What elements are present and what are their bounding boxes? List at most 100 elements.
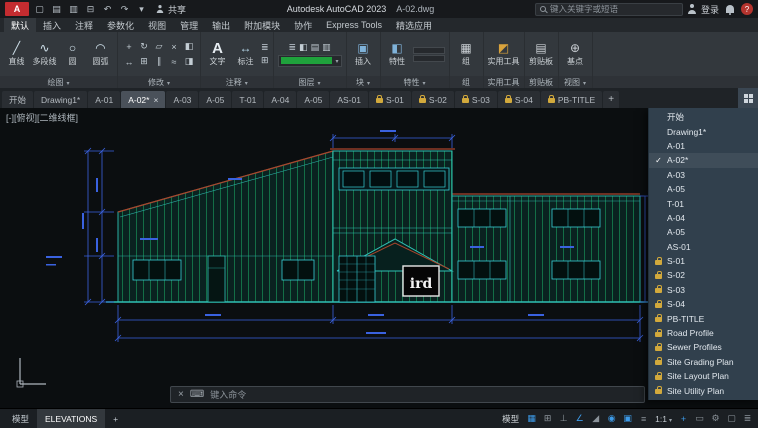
snap-mode-toggle[interactable]: ⊞ — [541, 413, 554, 424]
model-space-tab[interactable]: 模型 — [4, 409, 37, 428]
mirror-tool[interactable]: ◧ — [182, 40, 196, 54]
ribbon-tab[interactable]: 注释 — [68, 18, 100, 32]
block-panel-label[interactable]: 块 — [346, 76, 380, 88]
isolate-objects-button[interactable]: ▢ — [725, 413, 738, 424]
file-tab[interactable]: A-01 — [88, 91, 121, 108]
annotation-panel-label[interactable]: 注释 — [201, 76, 273, 88]
drawing-canvas[interactable]: ird [-][俯视][二维线框] × ⌨ 键入命令 开始 Drawing1* … — [0, 108, 758, 408]
command-line[interactable]: ⌨ — [170, 386, 645, 403]
file-tab[interactable]: T-01 — [232, 91, 264, 108]
notification-bell-icon[interactable] — [726, 5, 735, 15]
circle-tool[interactable]: ○ 圆 — [60, 41, 85, 67]
layout-tab-elevations[interactable]: ELEVATIONS — [37, 408, 106, 428]
groups-panel-label[interactable]: 组 — [449, 76, 483, 88]
properties-button[interactable]: ◧ 特性 — [385, 41, 410, 67]
modify-panel-label[interactable]: 修改 — [118, 76, 200, 88]
file-tab[interactable]: S-02 — [411, 91, 454, 108]
tab-menu-item[interactable]: T-01 — [649, 196, 758, 210]
grid-display-toggle[interactable]: ▦ — [525, 413, 538, 424]
new-layout-button[interactable]: + — [105, 409, 126, 428]
share-button[interactable]: 共享 — [155, 3, 186, 16]
file-tab[interactable]: A-05 — [199, 91, 232, 108]
tab-menu-item[interactable]: A-02* — [649, 153, 758, 168]
tab-menu-item[interactable]: A-04 — [649, 211, 758, 225]
file-tab[interactable]: A-05 — [297, 91, 330, 108]
sign-in-button[interactable]: 登录 — [701, 3, 719, 16]
tab-menu-item[interactable]: 开始 — [649, 110, 758, 124]
offset-tool[interactable]: ↔ — [122, 55, 136, 69]
layer-dropdown[interactable] — [277, 54, 342, 67]
properties-panel-label[interactable]: 特性 — [380, 76, 449, 88]
tab-menu-item[interactable]: Site Grading Plan — [649, 355, 758, 369]
save-icon[interactable]: ▥ — [67, 3, 80, 16]
command-customize-icon[interactable]: ⌨ — [190, 389, 204, 400]
search-box[interactable] — [535, 2, 683, 16]
annotation-visibility-toggle[interactable]: + — [677, 414, 690, 424]
workspace-switching-button[interactable]: ⚙ — [709, 413, 722, 424]
text-tool[interactable]: A 文字 — [205, 41, 230, 67]
file-tab[interactable]: AS-01 — [330, 91, 368, 108]
tab-menu-item[interactable]: Site Utility Plan — [649, 383, 758, 397]
tab-menu-item[interactable]: PB-TITLE — [649, 311, 758, 325]
file-tab[interactable]: S-04 — [497, 91, 540, 108]
search-input[interactable] — [550, 4, 678, 14]
file-tab[interactable]: S-03 — [454, 91, 497, 108]
arc-tool[interactable]: ◠ 圆弧 — [88, 41, 113, 67]
file-tab[interactable]: PB-TITLE — [540, 91, 603, 108]
tab-menu-item[interactable]: S-04 — [649, 297, 758, 311]
command-input[interactable] — [210, 389, 637, 400]
house-elevation-drawing[interactable]: ird — [0, 108, 758, 408]
layers-panel-label[interactable]: 图层 — [273, 76, 346, 88]
tab-menu-item[interactable]: A-01 — [649, 139, 758, 153]
viewport-controls[interactable]: [-][俯视][二维线框] — [6, 111, 78, 124]
insert-block-button[interactable]: ▣ 插入 — [351, 41, 376, 67]
chamfer-tool[interactable]: ≈ — [167, 55, 181, 69]
tab-menu-item[interactable]: A-03 — [649, 168, 758, 182]
ribbon-tab[interactable]: 输出 — [205, 18, 237, 32]
utilities-button[interactable]: ◩ 实用工具 — [488, 41, 520, 67]
object-snap-toggle[interactable]: ▣ — [621, 413, 634, 424]
autoscale-toggle[interactable]: ▭ — [693, 413, 706, 424]
base-point-button[interactable]: ⊕ 基点 — [563, 41, 588, 67]
tab-close-icon[interactable] — [153, 95, 158, 105]
rotate-tool[interactable]: ↻ — [137, 40, 151, 54]
plot-icon[interactable]: ⊟ — [84, 3, 97, 16]
quick-access-dropdown-icon[interactable]: ▾ — [135, 3, 148, 16]
open-icon[interactable]: ▤ — [50, 3, 63, 16]
polar-tracking-toggle[interactable]: ∠ — [573, 413, 586, 424]
user-account-icon[interactable] — [687, 4, 697, 14]
ribbon-tab[interactable]: 插入 — [36, 18, 68, 32]
file-tab[interactable]: A-02* — [121, 91, 166, 108]
stretch-tool[interactable]: ▱ — [152, 40, 166, 54]
ribbon-tab[interactable]: 附加模块 — [237, 18, 287, 32]
array-tool[interactable]: ⊞ — [137, 55, 151, 69]
utilities-panel-label[interactable]: 实用工具 — [483, 76, 524, 88]
tab-menu-item[interactable]: S-02 — [649, 268, 758, 282]
object-snap-tracking-toggle[interactable]: ◉ — [605, 413, 618, 424]
layer-freeze-icon[interactable]: ▥ — [322, 42, 331, 53]
tab-menu-item[interactable]: Site Layout Plan — [649, 369, 758, 383]
erase-tool[interactable]: × — [167, 40, 181, 54]
layer-state-icon[interactable]: ◧ — [299, 42, 308, 53]
isometric-drafting-toggle[interactable]: ◢ — [589, 413, 602, 424]
table-tool[interactable]: ⊞ — [261, 55, 269, 66]
layer-isolate-icon[interactable]: ▤ — [311, 42, 320, 53]
trim-tool[interactable]: ◨ — [182, 55, 196, 69]
tab-menu-item[interactable]: Sewer Profiles — [649, 340, 758, 354]
property-dropdowns[interactable] — [412, 46, 445, 63]
tab-menu-item[interactable]: A-05 — [649, 182, 758, 196]
help-icon[interactable] — [741, 3, 754, 15]
tab-menu-item[interactable]: Road Profile — [649, 326, 758, 340]
draw-panel-label[interactable]: 绘图 — [0, 76, 117, 88]
ribbon-tab[interactable]: 协作 — [287, 18, 319, 32]
tab-menu-item[interactable]: S-01 — [649, 254, 758, 268]
ortho-mode-toggle[interactable]: ⊥ — [557, 413, 570, 424]
polyline-tool[interactable]: ∿ 多段线 — [32, 41, 57, 67]
dimension-tool[interactable]: ↔ 标注 — [233, 41, 258, 67]
file-tab[interactable]: S-01 — [368, 91, 411, 108]
tab-overflow-button[interactable] — [738, 88, 758, 108]
lineweight-toggle[interactable]: ≡ — [637, 414, 650, 424]
layer-properties-icon[interactable]: ≣ — [289, 42, 297, 53]
tab-menu-item[interactable]: Drawing1* — [649, 124, 758, 138]
clipboard-panel-label[interactable]: 剪贴板 — [524, 76, 558, 88]
